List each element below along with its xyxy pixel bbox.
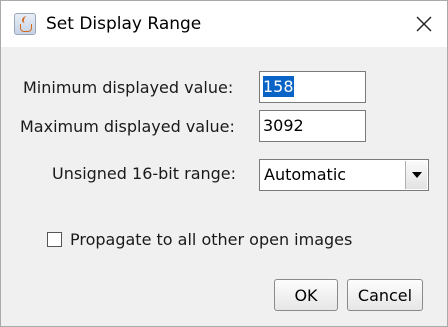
minimum-value-input[interactable]: 158	[259, 71, 366, 103]
cancel-button[interactable]: Cancel	[347, 279, 423, 311]
range-select-value: Automatic	[264, 165, 347, 184]
propagate-checkbox[interactable]	[47, 231, 62, 247]
title-bar: Set Display Range	[1, 1, 447, 47]
close-button[interactable]	[401, 1, 447, 47]
maximum-value-input[interactable]: 3092	[259, 110, 366, 142]
set-display-range-dialog: Set Display Range Minimum displayed valu…	[0, 0, 448, 327]
minimum-value-label: Minimum displayed value:	[23, 78, 234, 97]
chevron-down-icon	[411, 172, 422, 178]
maximum-value-label: Maximum displayed value:	[20, 117, 235, 136]
range-select[interactable]: Automatic	[259, 159, 429, 191]
java-icon	[14, 13, 36, 35]
ok-button[interactable]: OK	[274, 279, 338, 311]
range-label: Unsigned 16-bit range:	[52, 164, 237, 183]
minimum-value-text: 158	[263, 76, 294, 97]
close-icon	[416, 16, 432, 32]
propagate-option[interactable]: Propagate to all other open images	[47, 229, 352, 249]
propagate-label: Propagate to all other open images	[70, 229, 353, 249]
dropdown-arrow[interactable]	[405, 161, 427, 189]
dialog-title: Set Display Range	[46, 14, 202, 34]
